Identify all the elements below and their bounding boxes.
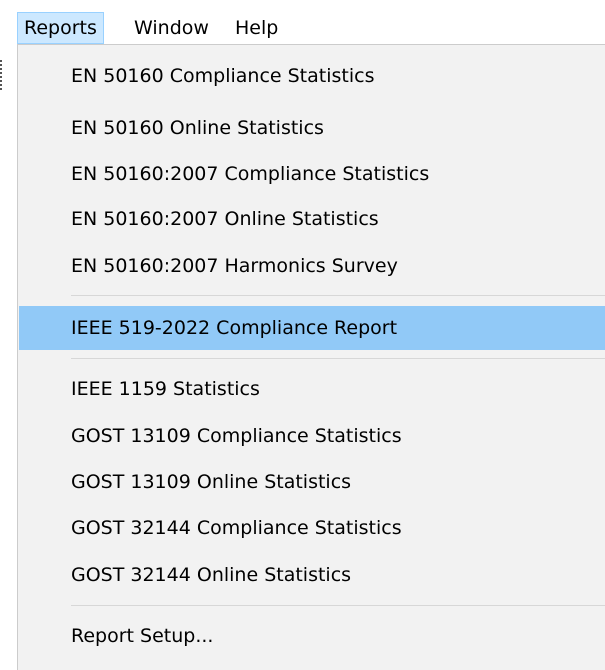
menu-item-report-setup[interactable]: Report Setup...: [19, 614, 605, 658]
menu-window[interactable]: Window: [128, 12, 215, 44]
menu-item-gost13109-online-statistics[interactable]: GOST 13109 Online Statistics: [19, 460, 605, 504]
menu-separator: [71, 358, 605, 359]
menu-item-ieee519-2022-compliance-report[interactable]: IEEE 519-2022 Compliance Report: [19, 306, 605, 350]
menu-item-en50160-2007-harmonics-survey[interactable]: EN 50160:2007 Harmonics Survey: [19, 244, 605, 288]
menu-bar: Reports Window Help: [0, 0, 605, 46]
menu-item-ieee1159-statistics[interactable]: IEEE 1159 Statistics: [19, 367, 605, 411]
menu-item-gost32144-compliance-statistics[interactable]: GOST 32144 Compliance Statistics: [19, 506, 605, 550]
menu-item-gost13109-compliance-statistics[interactable]: GOST 13109 Compliance Statistics: [19, 414, 605, 458]
reports-dropdown-menu: EN 50160 Compliance Statistics EN 50160 …: [17, 44, 605, 670]
menu-item-gost32144-online-statistics[interactable]: GOST 32144 Online Statistics: [19, 553, 605, 597]
menu-separator: [71, 605, 605, 606]
menu-item-en50160-2007-compliance-statistics[interactable]: EN 50160:2007 Compliance Statistics: [19, 152, 605, 196]
menu-help[interactable]: Help: [229, 12, 284, 44]
menu-item-en50160-compliance-statistics[interactable]: EN 50160 Compliance Statistics: [19, 54, 605, 98]
window-edge-grip: [0, 60, 5, 90]
menu-item-en50160-2007-online-statistics[interactable]: EN 50160:2007 Online Statistics: [19, 197, 605, 241]
menu-reports[interactable]: Reports: [17, 12, 104, 44]
menu-separator: [71, 295, 605, 296]
menu-item-en50160-online-statistics[interactable]: EN 50160 Online Statistics: [19, 106, 605, 150]
